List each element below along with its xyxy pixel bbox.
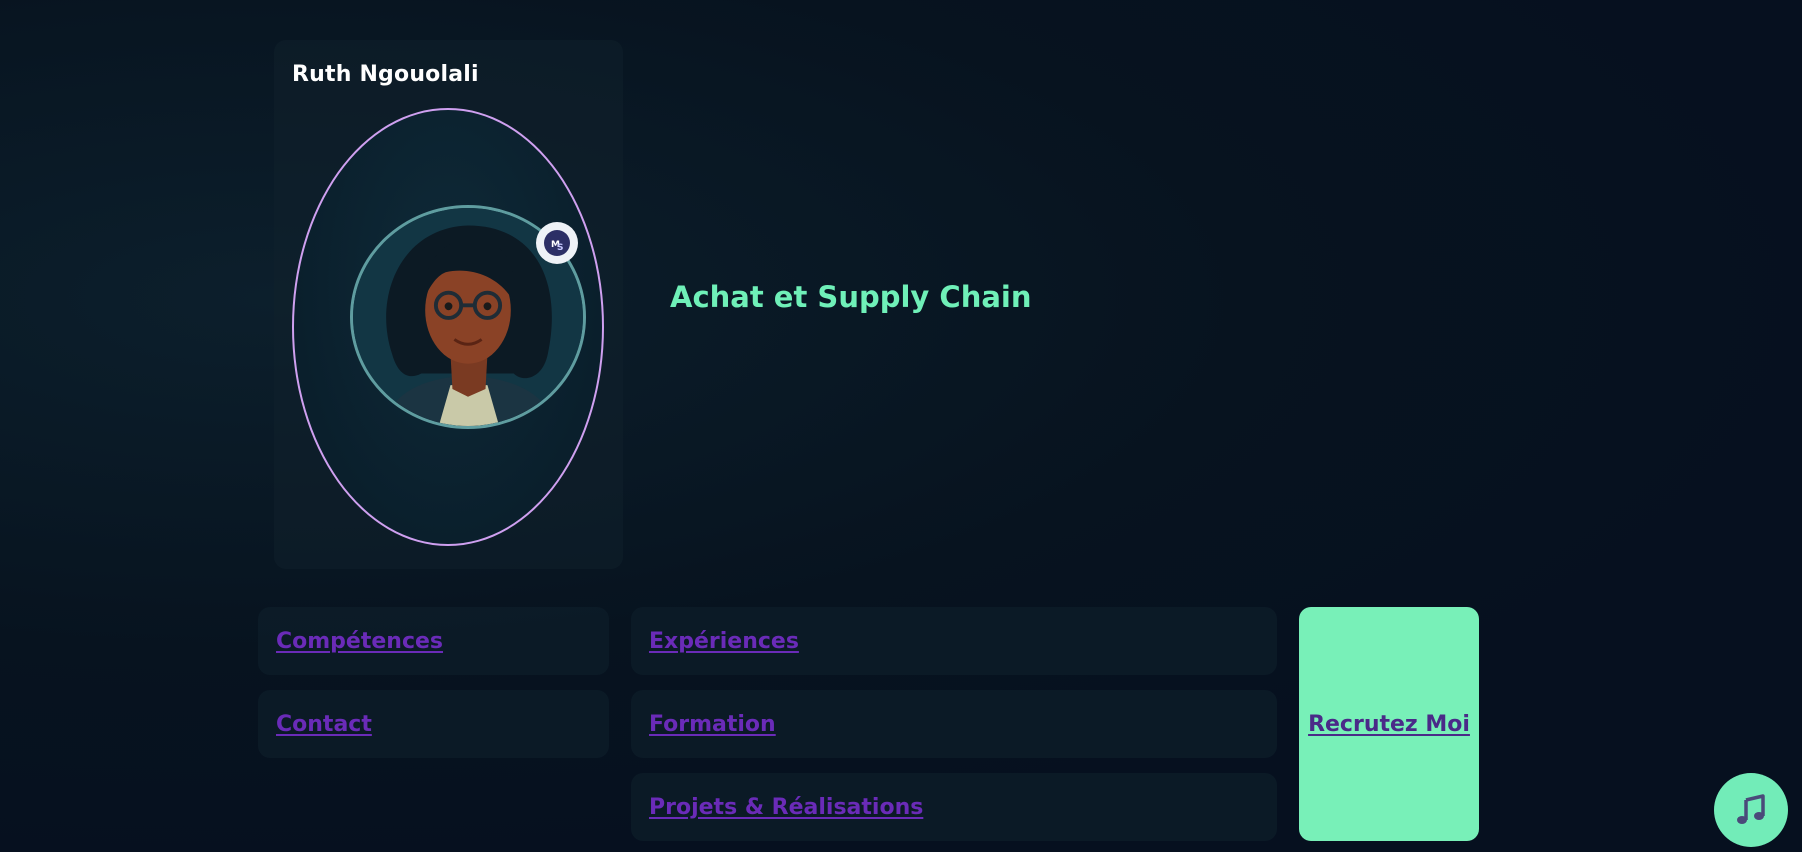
nav-link-formation[interactable]: Formation bbox=[649, 712, 776, 737]
nav-link-experiences[interactable]: Expériences bbox=[649, 629, 799, 654]
recrutez-moi-link[interactable]: Recrutez Moi bbox=[1308, 712, 1470, 737]
headline: Achat et Supply Chain bbox=[670, 280, 1032, 314]
svg-text:S: S bbox=[557, 243, 563, 253]
nav-link-projets[interactable]: Projets & Réalisations bbox=[649, 795, 923, 820]
nav-link-competences[interactable]: Compétences bbox=[276, 629, 443, 654]
music-note-icon bbox=[1737, 794, 1765, 824]
profile-name: Ruth Ngouolali bbox=[292, 62, 479, 87]
nav-link-contact[interactable]: Contact bbox=[276, 712, 372, 737]
profile-card: Ruth Ngouolali M S bbox=[274, 40, 623, 569]
nav-card-projets[interactable]: Projets & Réalisations bbox=[631, 773, 1277, 841]
avatar-badge-icon: M S bbox=[536, 222, 578, 264]
nav-card-formation[interactable]: Formation bbox=[631, 690, 1277, 758]
profile-ellipse-frame: M S bbox=[292, 108, 604, 546]
nav-card-contact[interactable]: Contact bbox=[258, 690, 609, 758]
music-toggle-button[interactable] bbox=[1714, 773, 1788, 847]
nav-card-experiences[interactable]: Expériences bbox=[631, 607, 1277, 675]
recrutez-moi-button[interactable]: Recrutez Moi bbox=[1299, 607, 1479, 841]
nav-card-competences[interactable]: Compétences bbox=[258, 607, 609, 675]
